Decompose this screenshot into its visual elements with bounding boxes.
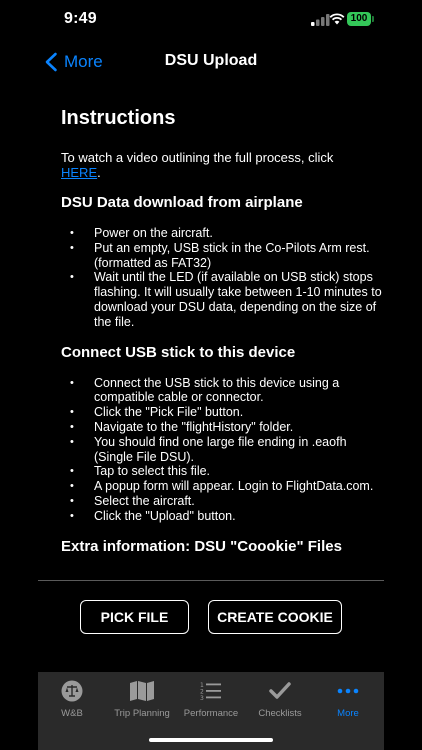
battery-cap <box>372 16 374 22</box>
svg-text:3: 3 <box>200 695 204 701</box>
create-cookie-button[interactable]: CREATE COOKIE <box>208 600 342 634</box>
home-indicator <box>149 738 273 742</box>
instructions-title: Instructions <box>61 107 176 129</box>
checkmark-icon <box>269 682 291 699</box>
tab-label: More <box>337 708 359 719</box>
tab-label: Checklists <box>258 708 302 719</box>
wifi-icon <box>329 13 345 25</box>
list-item: Put an empty, USB stick in the Co-Pilots… <box>61 241 383 271</box>
video-link[interactable]: HERE <box>61 165 97 180</box>
more-dots-icon <box>337 688 359 694</box>
list-item: A popup form will appear. Login to Fligh… <box>61 479 383 494</box>
map-icon <box>130 681 154 701</box>
tab-wb[interactable]: W&B <box>46 680 98 719</box>
pick-file-button[interactable]: PICK FILE <box>80 600 189 634</box>
list-item: You should find one large file ending in… <box>61 435 383 465</box>
status-time: 9:49 <box>64 10 97 27</box>
instructions-content[interactable]: Instructions To watch a video outlining … <box>61 106 383 562</box>
connect-usb-steps: Connect the USB stick to this device usi… <box>61 376 383 524</box>
cellular-signal-icon <box>311 14 330 26</box>
tab-more[interactable]: More <box>328 680 368 719</box>
divider <box>38 580 384 581</box>
tab-label: W&B <box>61 708 83 719</box>
list-item: Power on the aircraft. <box>61 226 383 241</box>
list-item: Click the "Upload" button. <box>61 509 383 524</box>
tab-checklists[interactable]: Checklists <box>252 680 308 719</box>
list-item: Wait until the LED (if available on USB … <box>61 270 383 329</box>
intro-end: . <box>97 165 101 180</box>
tab-trip-planning[interactable]: Trip Planning <box>108 680 176 719</box>
tab-label: Performance <box>183 708 239 719</box>
list-item: Navigate to the "flightHistory" folder. <box>61 420 383 435</box>
status-bar: 9:49 100 <box>0 0 422 44</box>
dsu-download-steps: Power on the aircraft. Put an empty, USB… <box>61 226 383 330</box>
list-icon: 1 2 3 <box>200 682 221 701</box>
list-item: Tap to select this file. <box>61 464 383 479</box>
intro-paragraph: To watch a video outlining the full proc… <box>61 150 383 180</box>
navigation-bar: More DSU Upload <box>0 44 422 80</box>
section-title-extra-info: Extra information: DSU "Coookie" Files <box>61 537 342 555</box>
section-title-connect-usb: Connect USB stick to this device <box>61 343 296 361</box>
tab-performance[interactable]: 1 2 3 Performance <box>180 680 242 719</box>
tab-label: Trip Planning <box>114 708 170 719</box>
list-item: Connect the USB stick to this device usi… <box>61 376 383 406</box>
list-item: Click the "Pick File" button. <box>61 405 383 420</box>
scale-icon <box>61 680 83 702</box>
battery-level: 100 <box>350 13 368 24</box>
page-title: DSU Upload <box>164 52 258 69</box>
list-item: Select the aircraft. <box>61 494 383 509</box>
battery-icon: 100 <box>347 12 371 26</box>
section-title-dsu-download: DSU Data download from airplane <box>61 194 303 211</box>
intro-text: To watch a video outlining the full proc… <box>61 150 334 165</box>
